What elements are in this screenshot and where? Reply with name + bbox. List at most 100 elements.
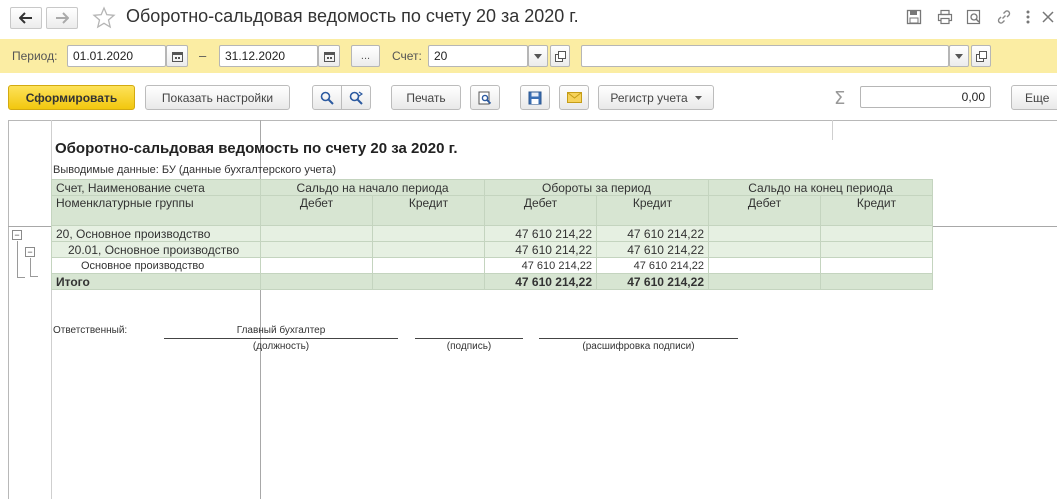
row-closing-credit[interactable]	[820, 225, 933, 242]
total-opening-debit[interactable]	[260, 273, 373, 290]
report-document[interactable]	[8, 120, 1057, 499]
period-label: Период:	[12, 49, 58, 63]
print-button[interactable]: Печать	[391, 85, 461, 110]
print-window-button[interactable]	[937, 9, 953, 25]
printer-icon	[937, 9, 953, 25]
table-row[interactable]: 20, Основное производство 47 610 214,22 …	[51, 225, 933, 242]
fixed-area-vertical-splitter	[260, 120, 261, 499]
total-row[interactable]: Итого 47 610 214,22 47 610 214,22	[51, 273, 933, 290]
generate-button[interactable]: Сформировать	[8, 85, 135, 110]
row-closing-debit[interactable]	[708, 241, 821, 258]
show-settings-button[interactable]: Показать настройки	[145, 85, 290, 110]
chevron-down-icon	[955, 53, 963, 59]
total-turnover-debit[interactable]: 47 610 214,22	[484, 273, 597, 290]
row-turnover-credit[interactable]: 47 610 214,22	[596, 257, 709, 274]
sum-field: 0,00	[860, 86, 991, 108]
total-label[interactable]: Итого	[51, 273, 261, 290]
chevron-down-icon	[534, 53, 542, 59]
row-turnover-credit[interactable]: 47 610 214,22	[596, 225, 709, 242]
account-open-button[interactable]	[550, 45, 570, 67]
row-opening-debit[interactable]	[260, 257, 373, 274]
minus-icon: −	[14, 229, 20, 240]
row-turnover-credit[interactable]: 47 610 214,22	[596, 241, 709, 258]
row-opening-debit[interactable]	[260, 225, 373, 242]
account-input[interactable]: 20	[428, 45, 528, 67]
date-to-calendar-button[interactable]	[318, 45, 340, 67]
table-row[interactable]: Основное производство 47 610 214,22 47 6…	[51, 257, 933, 274]
row-opening-credit[interactable]	[372, 257, 485, 274]
date-to-input[interactable]: 31.12.2020	[219, 45, 318, 67]
window-title-bar: Оборотно-сальдовая ведомость по счету 20…	[0, 0, 1057, 36]
forward-button[interactable]	[46, 7, 78, 29]
select-period-button[interactable]: ...	[351, 45, 380, 67]
subconto-input[interactable]	[581, 45, 949, 67]
table-header-row: Номенклатурные группы Дебет Кредит Дебет…	[51, 195, 933, 226]
register-menu-label: Регистр учета	[610, 90, 688, 105]
find-next-button[interactable]	[341, 85, 371, 110]
close-icon	[1042, 11, 1054, 23]
table-header-row: Счет, Наименование счета Сальдо на начал…	[51, 179, 933, 196]
register-menu-button[interactable]: Регистр учета	[598, 85, 714, 110]
print-preview-button[interactable]	[470, 85, 500, 110]
position-value: Главный бухгалтер	[236, 325, 326, 336]
window-title: Оборотно-сальдовая ведомость по счету 20…	[126, 6, 579, 26]
header-closing-debit: Дебет	[708, 195, 821, 226]
print-preview-window-button[interactable]	[966, 9, 982, 25]
floppy-icon	[906, 9, 922, 25]
row-account-name[interactable]: 20.01, Основное производство	[51, 241, 261, 258]
search-next-icon	[349, 91, 363, 105]
link-icon	[997, 10, 1011, 24]
row-closing-debit[interactable]	[708, 257, 821, 274]
sum-icon: Σ	[834, 88, 846, 109]
more-button[interactable]: Еще	[1011, 85, 1057, 110]
row-closing-credit[interactable]	[820, 257, 933, 274]
floppy-icon	[528, 91, 542, 104]
save-button[interactable]	[520, 85, 550, 110]
position-line	[164, 338, 398, 339]
total-closing-credit[interactable]	[820, 273, 933, 290]
row-nomenclature-group[interactable]: Основное производство	[51, 257, 261, 274]
find-button[interactable]	[312, 85, 342, 110]
row-account-name[interactable]: 20, Основное производство	[51, 225, 261, 242]
header-turnover-debit: Дебет	[484, 195, 597, 226]
row-turnover-debit[interactable]: 47 610 214,22	[484, 241, 597, 258]
favorite-star-button[interactable]	[92, 6, 116, 30]
total-closing-debit[interactable]	[708, 273, 821, 290]
header-opening-credit: Кредит	[372, 195, 485, 226]
row-opening-credit[interactable]	[372, 241, 485, 258]
total-turnover-credit[interactable]: 47 610 214,22	[596, 273, 709, 290]
search-icon	[320, 91, 334, 105]
header-opening-balance: Сальдо на начало периода	[260, 179, 485, 196]
back-button[interactable]	[10, 7, 42, 29]
close-window-button[interactable]	[1041, 9, 1057, 25]
row-turnover-debit[interactable]: 47 610 214,22	[484, 257, 597, 274]
collapse-group-button[interactable]: −	[12, 230, 22, 240]
print-preview-icon	[478, 91, 492, 104]
fixed-column-line	[51, 120, 52, 499]
row-closing-debit[interactable]	[708, 225, 821, 242]
date-from-calendar-button[interactable]	[166, 45, 188, 67]
collapse-subgroup-button[interactable]: −	[25, 247, 35, 257]
date-from-input[interactable]: 01.01.2020	[67, 45, 166, 67]
save-window-button[interactable]	[906, 9, 922, 25]
subconto-open-button[interactable]	[971, 45, 991, 67]
total-opening-credit[interactable]	[372, 273, 485, 290]
print-preview-icon	[966, 9, 981, 25]
report-title: Оборотно-сальдовая ведомость по счету 20…	[55, 140, 458, 157]
link-button[interactable]	[996, 9, 1012, 25]
row-opening-credit[interactable]	[372, 225, 485, 242]
group-bracket-end	[17, 277, 25, 278]
header-turnover-credit: Кредит	[596, 195, 709, 226]
subgroup-bracket-end	[30, 276, 38, 277]
more-actions-button[interactable]	[1020, 9, 1036, 25]
row-turnover-debit[interactable]: 47 610 214,22	[484, 225, 597, 242]
row-closing-credit[interactable]	[820, 241, 933, 258]
minus-icon: −	[27, 246, 33, 257]
send-email-button[interactable]	[559, 85, 589, 110]
subconto-dropdown-button[interactable]	[949, 45, 969, 67]
table-row[interactable]: 20.01, Основное производство 47 610 214,…	[51, 241, 933, 258]
row-opening-debit[interactable]	[260, 241, 373, 258]
account-dropdown-button[interactable]	[528, 45, 548, 67]
period-dash: –	[199, 48, 207, 63]
header-closing-balance: Сальдо на конец периода	[708, 179, 933, 196]
